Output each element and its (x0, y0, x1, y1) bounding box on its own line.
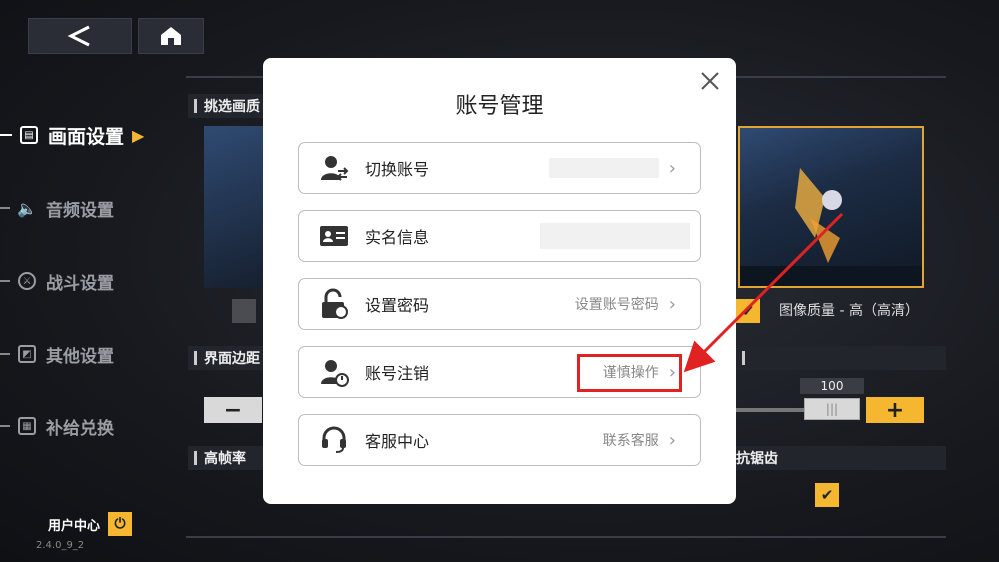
annotation-arrow (683, 212, 844, 373)
